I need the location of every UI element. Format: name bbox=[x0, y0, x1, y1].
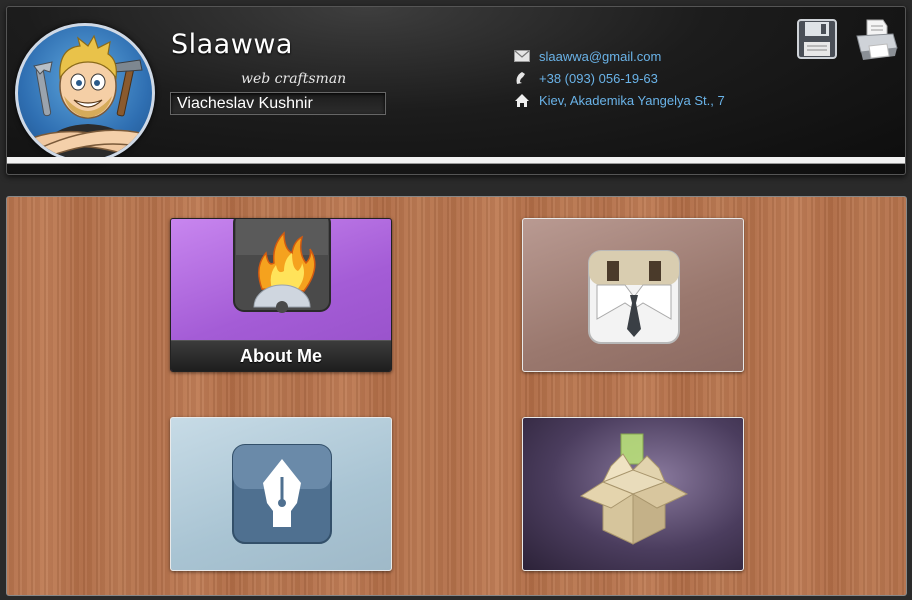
email-link[interactable]: slaawwa@gmail.com bbox=[539, 49, 661, 64]
tagline: web craftsman bbox=[241, 71, 347, 87]
site-name: Slaawwa bbox=[171, 29, 293, 60]
contact-phone: +38 (093) 056-19-63 bbox=[513, 67, 725, 89]
tile-about-me[interactable]: About Me bbox=[170, 218, 392, 372]
tile-write[interactable] bbox=[170, 417, 392, 571]
phone-number: +38 (093) 056-19-63 bbox=[539, 70, 658, 86]
envelope-icon bbox=[513, 48, 531, 64]
home-icon bbox=[513, 92, 531, 108]
pen-nib-icon bbox=[231, 443, 333, 549]
tile-about-me-caption: About Me bbox=[171, 340, 391, 371]
header-divider bbox=[7, 157, 905, 164]
site-header: Slaawwa web craftsman Viacheslav Kushnir… bbox=[6, 6, 906, 175]
contact-list: slaawwa@gmail.com +38 (093) 056-19-63 Ki… bbox=[513, 45, 725, 111]
address-text: Kiev, Akademika Yangelya St., 7 bbox=[539, 92, 725, 108]
contact-address: Kiev, Akademika Yangelya St., 7 bbox=[513, 89, 725, 111]
tile-work[interactable] bbox=[522, 218, 744, 372]
contact-email: slaawwa@gmail.com bbox=[513, 45, 725, 67]
full-name-label: Viacheslav Kushnir bbox=[170, 92, 386, 115]
suit-icon bbox=[587, 249, 681, 349]
save-icon[interactable] bbox=[794, 16, 840, 62]
printer-icon[interactable] bbox=[853, 16, 899, 62]
avatar bbox=[15, 23, 155, 163]
phone-icon bbox=[513, 70, 531, 86]
tile-package[interactable] bbox=[522, 417, 744, 571]
cartoon-avatar-icon bbox=[31, 34, 147, 160]
wood-panel: About Me bbox=[6, 196, 907, 596]
package-icon bbox=[567, 430, 697, 564]
burn-disc-icon bbox=[232, 219, 332, 319]
